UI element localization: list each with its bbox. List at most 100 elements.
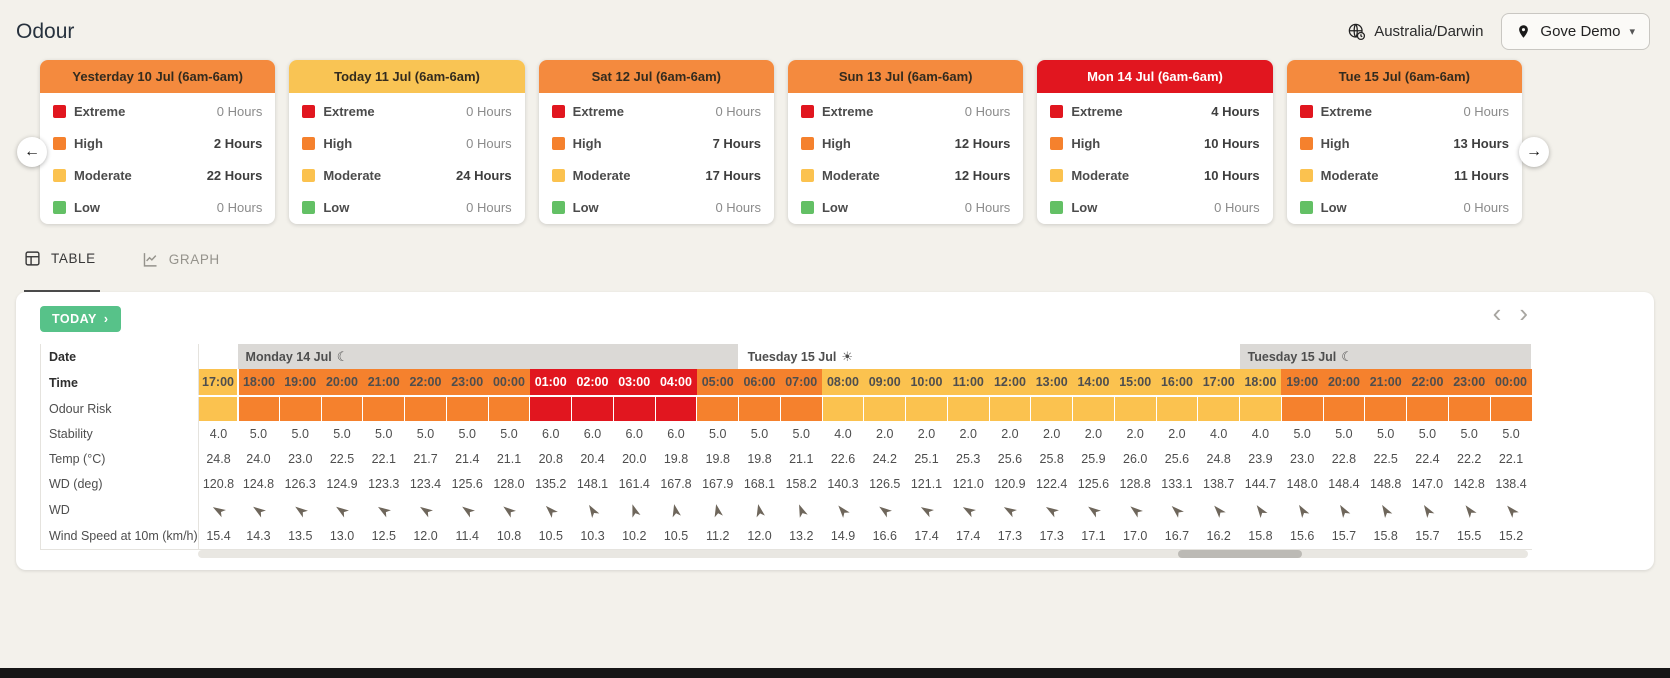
risk-hours-value: 0 Hours	[466, 136, 512, 151]
low-swatch	[302, 201, 315, 214]
time-cell: 14:00	[1073, 369, 1115, 396]
wind-speed-value: 16.7	[1156, 523, 1198, 550]
odour-risk-cell	[321, 396, 363, 421]
wind-direction-deg-value: 148.1	[572, 471, 614, 497]
risk-legend-row: High10 Hours	[1050, 127, 1259, 159]
risk-level-label: Moderate	[1071, 168, 1204, 183]
high-swatch	[302, 137, 315, 150]
risk-legend-row: Moderate10 Hours	[1050, 159, 1259, 191]
tab-table[interactable]: TABLE	[24, 250, 100, 292]
stability-value: 5.0	[405, 421, 447, 446]
time-cell: 13:00	[1031, 369, 1073, 396]
carousel-prev-button[interactable]: ←	[17, 137, 47, 167]
risk-level-label: Moderate	[573, 168, 706, 183]
wind-direction-deg-value: 121.1	[906, 471, 948, 497]
wind-direction-arrow-cell	[1407, 497, 1449, 523]
stability-value: 6.0	[572, 421, 614, 446]
pager-prev-icon[interactable]: ‹	[1493, 300, 1502, 326]
tab-graph[interactable]: GRAPH	[142, 250, 224, 292]
wind-speed-value: 17.4	[947, 523, 989, 550]
timezone-display: Australia/Darwin	[1347, 22, 1483, 41]
odour-risk-cell	[488, 396, 530, 421]
wind-direction-arrow-icon	[248, 500, 269, 521]
moon-icon: ☾	[337, 349, 349, 364]
time-cell: 00:00	[1490, 369, 1532, 396]
wind-direction-arrow-icon	[498, 500, 519, 521]
moderate-swatch	[552, 169, 565, 182]
wind-direction-arrow-icon	[667, 501, 685, 519]
time-cell: 03:00	[613, 369, 655, 396]
temperature-value: 22.4	[1407, 446, 1449, 471]
wind-direction-arrow-icon	[832, 500, 853, 521]
risk-level-label: Low	[323, 200, 466, 215]
wind-speed-value: 10.3	[572, 523, 614, 550]
sun-icon: ☀	[841, 349, 853, 364]
odour-risk-cell	[279, 396, 321, 421]
wind-direction-arrow-cell	[1323, 497, 1365, 523]
site-selector-button[interactable]: Gove Demo ▾	[1501, 13, 1650, 50]
wind-direction-arrow-icon	[415, 500, 436, 521]
forecast-card-title: Today 11 Jul (6am-6am)	[289, 60, 524, 93]
today-button-label: TODAY	[52, 312, 97, 326]
stability-value: 5.0	[1365, 421, 1407, 446]
carousel-next-button[interactable]: →	[1519, 137, 1549, 167]
horizontal-scrollbar-thumb[interactable]	[1178, 550, 1302, 558]
pager-next-icon[interactable]: ›	[1519, 300, 1528, 326]
time-cell: 21:00	[363, 369, 405, 396]
row-label: WD	[41, 497, 199, 523]
wind-speed-value: 17.3	[1031, 523, 1073, 550]
stability-value: 5.0	[279, 421, 321, 446]
time-cell: 01:00	[530, 369, 572, 396]
risk-legend-row: Low0 Hours	[801, 191, 1010, 223]
date-row: DateMonday 14 Jul☾Tuesday 15 Jul☀Tuesday…	[41, 344, 1532, 369]
wind-direction-arrow-icon	[1459, 500, 1480, 521]
wind-direction-arrow-icon	[540, 499, 561, 520]
wind-direction-arrow-icon	[1083, 500, 1104, 521]
wind-direction-arrow-icon	[208, 500, 229, 521]
stability-value: 2.0	[947, 421, 989, 446]
risk-hours-value: 11 Hours	[1454, 168, 1509, 183]
odour-risk-cell	[1490, 396, 1532, 421]
risk-legend-row: Extreme0 Hours	[552, 95, 761, 127]
risk-hours-value: 22 Hours	[207, 168, 263, 183]
wind-speed-value: 17.1	[1073, 523, 1115, 550]
temperature-value: 24.8	[199, 446, 238, 471]
temperature-value: 25.8	[1031, 446, 1073, 471]
temperature-value: 23.9	[1240, 446, 1282, 471]
risk-level-label: Moderate	[1321, 168, 1454, 183]
wind-direction-deg-value: 123.4	[405, 471, 447, 497]
temperature-value: 26.0	[1114, 446, 1156, 471]
risk-hours-value: 7 Hours	[713, 136, 761, 151]
time-cell: 00:00	[488, 369, 530, 396]
odour-risk-cell	[1448, 396, 1490, 421]
temperature-value: 19.8	[697, 446, 739, 471]
today-button[interactable]: TODAY ›	[40, 306, 121, 332]
stability-value: 5.0	[446, 421, 488, 446]
time-cell: 21:00	[1365, 369, 1407, 396]
time-cell: 11:00	[947, 369, 989, 396]
stability-value: 4.0	[1240, 421, 1282, 446]
temperature-value: 25.6	[989, 446, 1031, 471]
risk-legend-row: Extreme0 Hours	[53, 95, 262, 127]
row-label: Date	[41, 344, 199, 369]
moderate-swatch	[1300, 169, 1313, 182]
risk-hours-value: 0 Hours	[466, 200, 512, 215]
risk-hours-value: 10 Hours	[1204, 168, 1260, 183]
wind-speed-value: 16.2	[1198, 523, 1240, 550]
wind-direction-arrow-cell	[697, 497, 739, 523]
wind-direction-arrow-cell	[405, 497, 447, 523]
date-section-label: Monday 14 Jul	[246, 350, 332, 364]
app-header: Odour Australia/Darwin Gove Demo ▾	[0, 0, 1670, 54]
time-cell: 18:00	[1240, 369, 1282, 396]
temperature-value: 20.0	[613, 446, 655, 471]
wind-direction-arrow-cell	[321, 497, 363, 523]
forecast-card-title: Yesterday 10 Jul (6am-6am)	[40, 60, 275, 93]
stability-value: 5.0	[488, 421, 530, 446]
time-cell: 20:00	[1323, 369, 1365, 396]
risk-hours-value: 12 Hours	[955, 168, 1011, 183]
header-right: Australia/Darwin Gove Demo ▾	[1347, 13, 1650, 50]
forecast-card-title: Mon 14 Jul (6am-6am)	[1037, 60, 1272, 93]
risk-hours-value: 0 Hours	[1463, 200, 1509, 215]
wind-speed-value: 13.5	[279, 523, 321, 550]
timezone-label: Australia/Darwin	[1374, 23, 1483, 40]
